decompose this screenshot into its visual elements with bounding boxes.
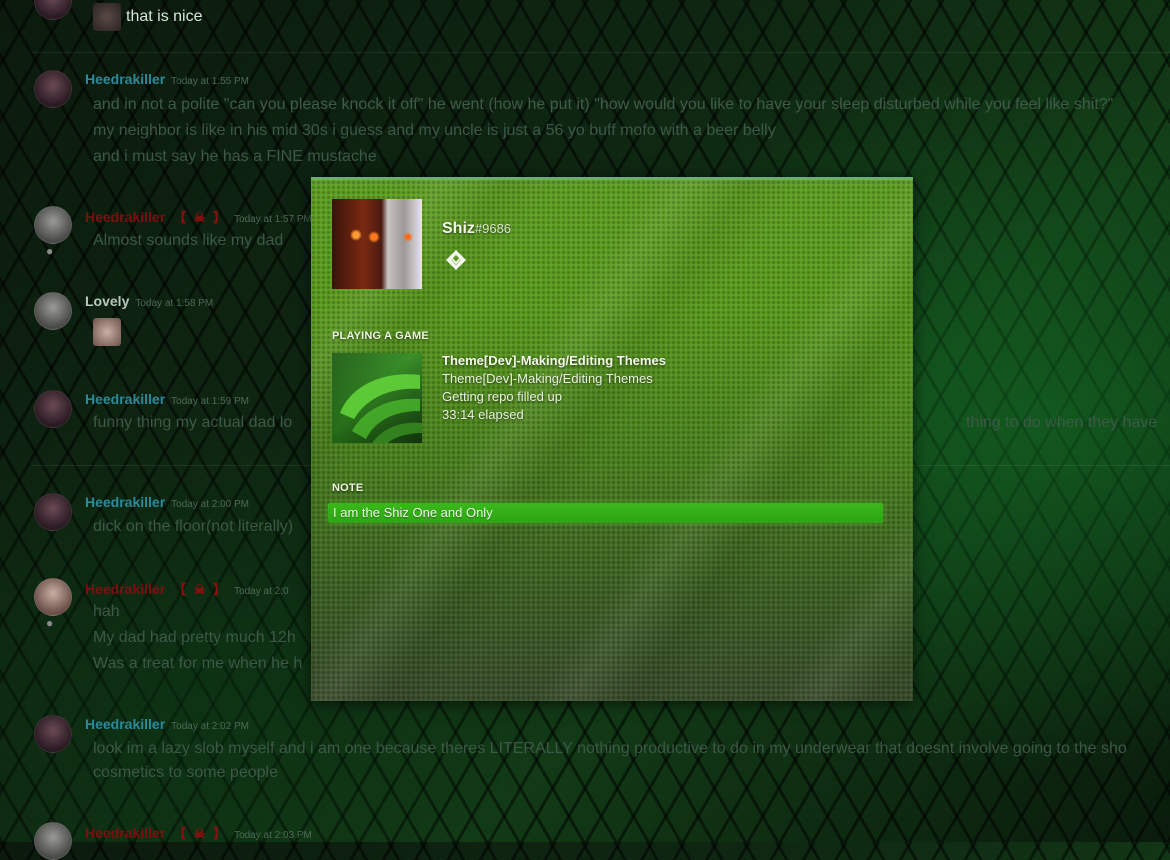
message-text: Almost sounds like my dad bbox=[93, 232, 284, 249]
discriminator: #9686 bbox=[474, 221, 512, 236]
role-badge: 【 ☠ 】 bbox=[173, 210, 229, 225]
note-field[interactable]: I am the Shiz One and Only bbox=[328, 503, 883, 523]
avatar[interactable] bbox=[34, 292, 72, 330]
message-text: and in not a polite "can you please knoc… bbox=[93, 96, 1114, 113]
game-name: Theme[Dev]-Making/Editing Themes bbox=[442, 353, 666, 368]
role-badge: 【 ☠ 】 bbox=[173, 582, 229, 597]
message-author[interactable]: Heedrakiller 【 ☠ 】 Today at 2:03 PM bbox=[85, 823, 312, 842]
timestamp: Today at 2:02 PM bbox=[171, 721, 249, 732]
paw-icon: ● bbox=[46, 244, 54, 258]
popout-username[interactable]: Shiz#9686 bbox=[442, 220, 511, 238]
game-icon bbox=[332, 353, 422, 443]
timestamp: Today at 2:0 bbox=[234, 586, 289, 597]
message-author[interactable]: Heedrakiller Today at 1:55 PM bbox=[85, 71, 249, 87]
message-text: thing to do when they have bbox=[966, 414, 1158, 431]
avatar[interactable] bbox=[34, 206, 72, 244]
message-text: My dad had pretty much 12h bbox=[93, 629, 296, 646]
hypesquad-diamond-icon[interactable] bbox=[445, 249, 466, 270]
avatar[interactable] bbox=[34, 578, 72, 616]
timestamp: Today at 1:55 PM bbox=[171, 76, 249, 87]
avatar[interactable] bbox=[34, 822, 72, 860]
timestamp: Today at 2:03 PM bbox=[234, 830, 312, 841]
timestamp: Today at 1:59 PM bbox=[171, 396, 249, 407]
emoji-image bbox=[93, 3, 121, 31]
message-author[interactable]: Heedrakiller Today at 2:00 PM bbox=[85, 494, 249, 510]
avatar[interactable] bbox=[34, 70, 72, 108]
message-text: dick on the floor(not literally) bbox=[93, 518, 294, 535]
game-details: Theme[Dev]-Making/Editing Themes bbox=[442, 371, 653, 386]
message-text: funny thing my actual dad lo bbox=[93, 414, 293, 431]
activity-header: PLAYING A GAME bbox=[332, 330, 429, 342]
user-popout: Shiz#9686 PLAYING A GAME Theme[Dev]-Maki… bbox=[311, 177, 913, 701]
message-text: my neighbor is like in his mid 30s i gue… bbox=[93, 122, 776, 139]
game-elapsed: 33:14 elapsed bbox=[442, 407, 524, 422]
note-header: NOTE bbox=[332, 482, 364, 494]
emoji-image bbox=[93, 318, 121, 346]
paw-icon: ● bbox=[46, 616, 54, 630]
timestamp: Today at 1:58 PM bbox=[135, 298, 214, 309]
role-badge: 【 ☠ 】 bbox=[173, 826, 229, 841]
message-text: that is nice bbox=[126, 8, 203, 25]
message-author[interactable]: Heedrakiller Today at 1:59 PM bbox=[85, 391, 249, 407]
message-text: look im a lazy slob myself and i am one … bbox=[93, 740, 1127, 757]
message-text: Was a treat for me when he h bbox=[93, 655, 303, 672]
avatar[interactable] bbox=[34, 493, 72, 531]
message-text: and i must say he has a FINE mustache bbox=[93, 148, 377, 165]
message-author[interactable]: Heedrakiller Today at 2:02 PM bbox=[85, 716, 249, 732]
user-avatar[interactable] bbox=[332, 199, 422, 289]
divider bbox=[32, 52, 1170, 53]
avatar[interactable] bbox=[34, 715, 72, 753]
avatar[interactable] bbox=[34, 0, 72, 20]
message-author[interactable]: Heedrakiller 【 ☠ 】 Today at 1:57 PM bbox=[85, 207, 312, 226]
timestamp: Today at 1:57 PM bbox=[234, 214, 312, 225]
message-text: hah bbox=[93, 603, 120, 620]
message-author[interactable]: Lovely Today at 1:58 PM bbox=[85, 293, 213, 309]
message-text: cosmetics to some people bbox=[93, 764, 278, 781]
avatar[interactable] bbox=[34, 390, 72, 428]
timestamp: Today at 2:00 PM bbox=[171, 499, 249, 510]
message-author[interactable]: Heedrakiller 【 ☠ 】 Today at 2:0 bbox=[85, 579, 289, 598]
game-state: Getting repo filled up bbox=[442, 389, 562, 404]
